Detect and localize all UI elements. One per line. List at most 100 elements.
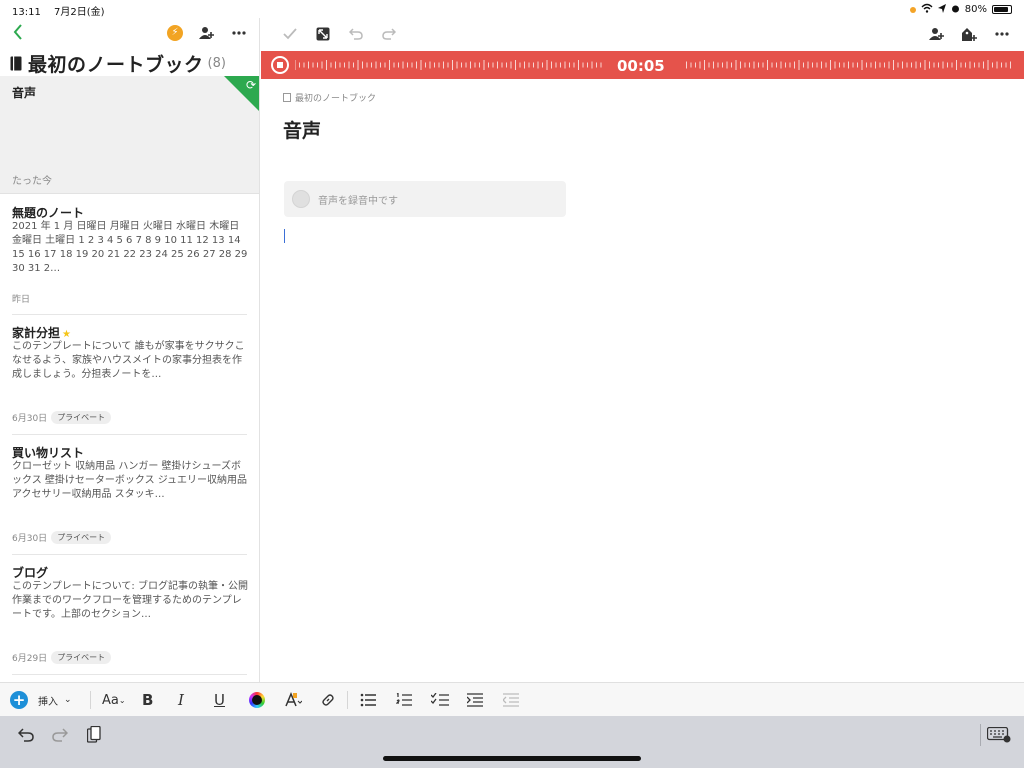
clipboard-icon	[87, 726, 101, 743]
alarm-icon	[951, 4, 960, 16]
tag-icon	[962, 27, 977, 41]
insert-button[interactable]: + 挿入 ⌄	[10, 690, 72, 710]
list-item[interactable]: 無題のノート 2021 年 1 月 日曜日 月曜日 火曜日 水曜日 木曜日 金曜…	[0, 204, 259, 316]
undo-button[interactable]	[345, 23, 367, 45]
chevron-down-icon: ⌄	[64, 695, 72, 705]
font-style-button[interactable]: Aa ⌄	[102, 690, 126, 710]
divider	[12, 434, 247, 435]
indent-icon	[467, 693, 483, 707]
battery-percent: 80%	[964, 4, 987, 15]
add-person-icon	[199, 27, 214, 39]
location-icon	[937, 3, 946, 16]
audio-recording-card[interactable]: 音声を録音中です	[284, 181, 566, 217]
note-tag[interactable]: プライベート	[51, 411, 112, 424]
status-date: 7月2日(金)	[54, 7, 105, 18]
note-tag[interactable]: プライベート	[51, 651, 112, 664]
editor-panel: 00:05 最初のノートブック 音声 音声を録音中です	[261, 18, 1024, 682]
format-toolbar: + 挿入 ⌄ Aa ⌄ B I U	[0, 682, 1024, 716]
divider	[90, 691, 91, 709]
numbered-list-button[interactable]	[396, 690, 412, 710]
share-note-button[interactable]	[926, 23, 948, 45]
list-item[interactable]: 買い物リスト クローゼット 収納用品 ハンガー 壁掛けシューズボックス 壁掛けセ…	[0, 444, 259, 556]
note-date: 6月30日	[12, 414, 48, 424]
note-snippet: このテンプレートについて 誰もが家事をサクサクこなせるよう、家族やハウスメイトの…	[12, 341, 245, 380]
ellipsis-icon	[995, 32, 1009, 36]
dismiss-keyboard-button[interactable]	[986, 724, 1012, 746]
note-date: 6月30日	[12, 534, 48, 544]
chevron-left-icon	[13, 24, 22, 40]
bold-button[interactable]: B	[142, 690, 153, 710]
add-tag-button[interactable]	[958, 23, 980, 45]
done-button[interactable]	[279, 23, 301, 45]
editor-toolbar	[261, 18, 1024, 50]
notebook-header[interactable]: 最初のノートブック (8)	[10, 50, 226, 77]
outdent-icon	[503, 693, 519, 707]
highlight-button[interactable]	[284, 690, 302, 710]
checklist-button[interactable]	[431, 690, 449, 710]
mic-indicator-icon	[909, 6, 916, 13]
back-button[interactable]	[8, 20, 28, 44]
share-button[interactable]	[196, 22, 218, 44]
fullscreen-button[interactable]	[312, 23, 334, 45]
note-snippet: 2021 年 1 月 日曜日 月曜日 火曜日 水曜日 木曜日 金曜日 土曜日 1…	[12, 221, 248, 274]
color-wheel-icon	[249, 692, 265, 708]
link-button[interactable]	[320, 690, 336, 710]
stop-recording-button[interactable]	[271, 56, 289, 74]
link-icon	[322, 694, 334, 706]
divider	[12, 314, 247, 315]
battery-icon	[992, 5, 1012, 14]
upgrade-button[interactable]: ⚡	[164, 22, 186, 44]
status-bar: 13:11 7月2日(金) 80%	[0, 0, 1024, 18]
note-options-button[interactable]	[991, 23, 1013, 45]
note-date: 6月29日	[12, 654, 48, 664]
notebook-icon	[10, 56, 22, 71]
keyboard-redo-button[interactable]	[49, 724, 71, 746]
font-label: Aa	[102, 692, 119, 708]
redo-icon	[382, 28, 396, 40]
list-item[interactable]: 家計分担 ★ このテンプレートについて 誰もが家事をサクサクこなせるよう、家族やハ…	[0, 324, 259, 436]
bullet-list-button[interactable]	[360, 690, 376, 710]
checkmark-icon	[283, 28, 297, 40]
italic-button[interactable]: I	[178, 690, 184, 710]
lightning-icon: ⚡	[167, 25, 183, 41]
keyboard-undo-button[interactable]	[15, 724, 37, 746]
note-title: 無題のノート	[12, 206, 85, 220]
note-title: ブログ	[12, 566, 49, 580]
note-list-panel: ⚡ 最初のノートブック (8) 音声 たった今 ⟳ 無題のノート 2021 年 …	[0, 18, 260, 682]
app-root: 13:11 7月2日(金) 80% ⚡ 最初のノートブック (8) 音声 たった…	[0, 0, 1024, 768]
divider	[980, 724, 981, 746]
list-item[interactable]: ブログ このテンプレートについて: ブログ記事の執筆・公開作業までのワークフロー…	[0, 564, 259, 676]
note-date: 昨日	[12, 295, 31, 305]
redo-button[interactable]	[378, 23, 400, 45]
note-snippet: このテンプレートについて: ブログ記事の執筆・公開作業までのワークフローを管理す…	[12, 581, 248, 620]
sync-icon: ⟳	[245, 78, 256, 92]
recording-label: 音声を録音中です	[318, 195, 398, 207]
recording-bar: 00:05	[261, 51, 1024, 79]
numbered-list-icon	[396, 693, 412, 706]
text-color-button[interactable]	[249, 690, 265, 710]
plus-icon: +	[10, 691, 28, 709]
keyboard-icon	[987, 727, 1011, 743]
indent-button[interactable]	[467, 690, 483, 710]
paste-button[interactable]	[83, 724, 105, 746]
note-snippet: クローゼット 収納用品 ハンガー 壁掛けシューズボックス 壁掛けセーターボックス…	[12, 461, 248, 500]
checklist-icon	[431, 693, 449, 706]
note-list-toolbar: ⚡	[0, 18, 259, 46]
breadcrumb-notebook: 最初のノートブック	[295, 94, 377, 104]
bullet-list-icon	[360, 693, 376, 707]
note-tag[interactable]: プライベート	[51, 531, 112, 544]
note-item-selected[interactable]: 音声 たった今 ⟳	[0, 76, 259, 194]
ellipsis-icon	[232, 31, 246, 35]
home-indicator[interactable]	[383, 756, 641, 761]
outdent-button[interactable]	[503, 690, 519, 710]
status-time: 13:11	[12, 7, 41, 18]
note-title-field[interactable]: 音声	[283, 116, 321, 143]
divider	[12, 554, 247, 555]
breadcrumb[interactable]: 最初のノートブック	[283, 91, 376, 104]
recording-timer: 00:05	[617, 57, 665, 75]
note-title: 買い物リスト	[12, 446, 85, 460]
notebook-name: 最初のノートブック	[28, 54, 204, 76]
expand-icon	[316, 27, 330, 41]
underline-button[interactable]: U	[214, 690, 225, 710]
more-options-button[interactable]	[228, 22, 250, 44]
